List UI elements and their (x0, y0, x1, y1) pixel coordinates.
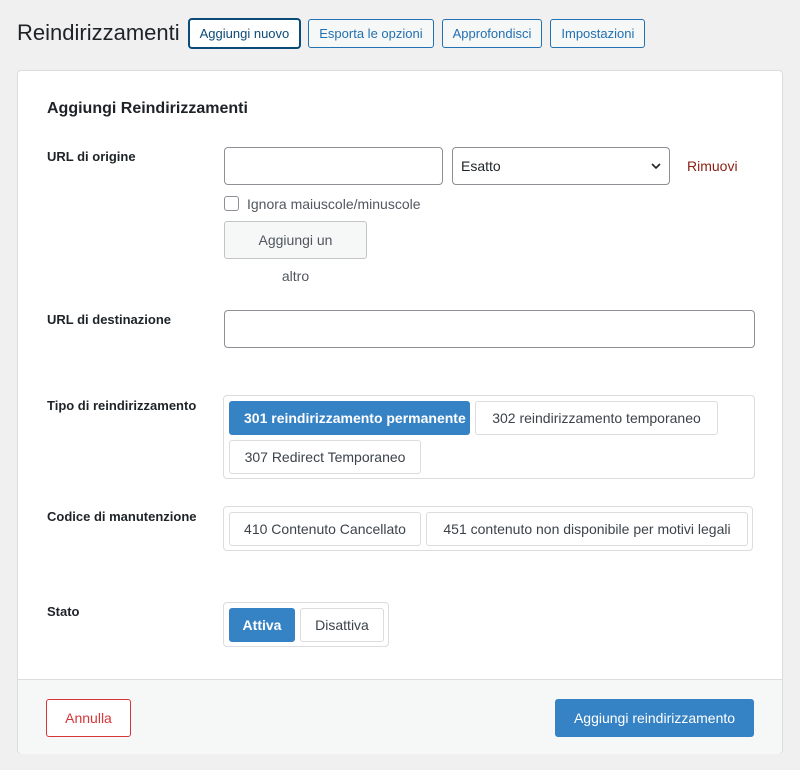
status-active[interactable]: Attiva (229, 608, 295, 642)
add-new-button[interactable]: Aggiungi nuovo (188, 18, 301, 48)
maintenance-code-label: Codice di manutenzione (47, 509, 197, 524)
source-url-input[interactable] (224, 147, 443, 185)
option-301[interactable]: 301 reindirizzamento permanente (229, 401, 470, 435)
match-type-select[interactable]: Esatto (452, 147, 670, 185)
option-451[interactable]: 451 contenuto non disponibile per motivi… (426, 512, 748, 546)
remove-link[interactable]: Rimuovi (687, 158, 738, 174)
page-title: Reindirizzamenti (17, 20, 180, 45)
add-redirect-button[interactable]: Aggiungi reindirizzamento (555, 699, 754, 737)
destination-url-input[interactable] (224, 310, 755, 348)
learn-more-button[interactable]: Approfondisci (441, 18, 543, 48)
status-inactive[interactable]: Disattiva (300, 608, 384, 642)
source-url-label: URL di origine (47, 149, 136, 164)
match-type-value: Esatto (461, 158, 501, 174)
status-label: Stato (47, 604, 80, 619)
add-another-button[interactable]: Aggiungi un altro (224, 221, 367, 284)
redirect-type-label: Tipo di reindirizzamento (47, 398, 197, 413)
page-header: Reindirizzamenti Aggiungi nuovo Esporta … (17, 18, 653, 48)
cancel-button[interactable]: Annulla (46, 699, 131, 737)
destination-url-label: URL di destinazione (47, 312, 171, 327)
status-group: Attiva Disattiva (223, 602, 389, 647)
card-footer: Annulla Aggiungi reindirizzamento (18, 679, 782, 754)
maintenance-code-group: 410 Contenuto Cancellato 451 contenuto n… (223, 506, 753, 551)
export-options-button[interactable]: Esporta le opzioni (308, 18, 434, 48)
card-title: Aggiungi Reindirizzamenti (47, 100, 248, 117)
chevron-down-icon (651, 163, 661, 170)
settings-button[interactable]: Impostazioni (550, 18, 646, 48)
option-410[interactable]: 410 Contenuto Cancellato (229, 512, 421, 546)
option-302[interactable]: 302 reindirizzamento temporaneo (475, 401, 718, 435)
ignore-case-label: Ignora maiuscole/minuscole (247, 196, 421, 212)
option-307[interactable]: 307 Redirect Temporaneo (229, 440, 421, 474)
redirect-type-group: 301 reindirizzamento permanente 302 rein… (223, 395, 755, 479)
ignore-case-checkbox[interactable] (224, 196, 239, 211)
add-redirect-card: Aggiungi Reindirizzamenti URL di origine… (17, 70, 783, 754)
